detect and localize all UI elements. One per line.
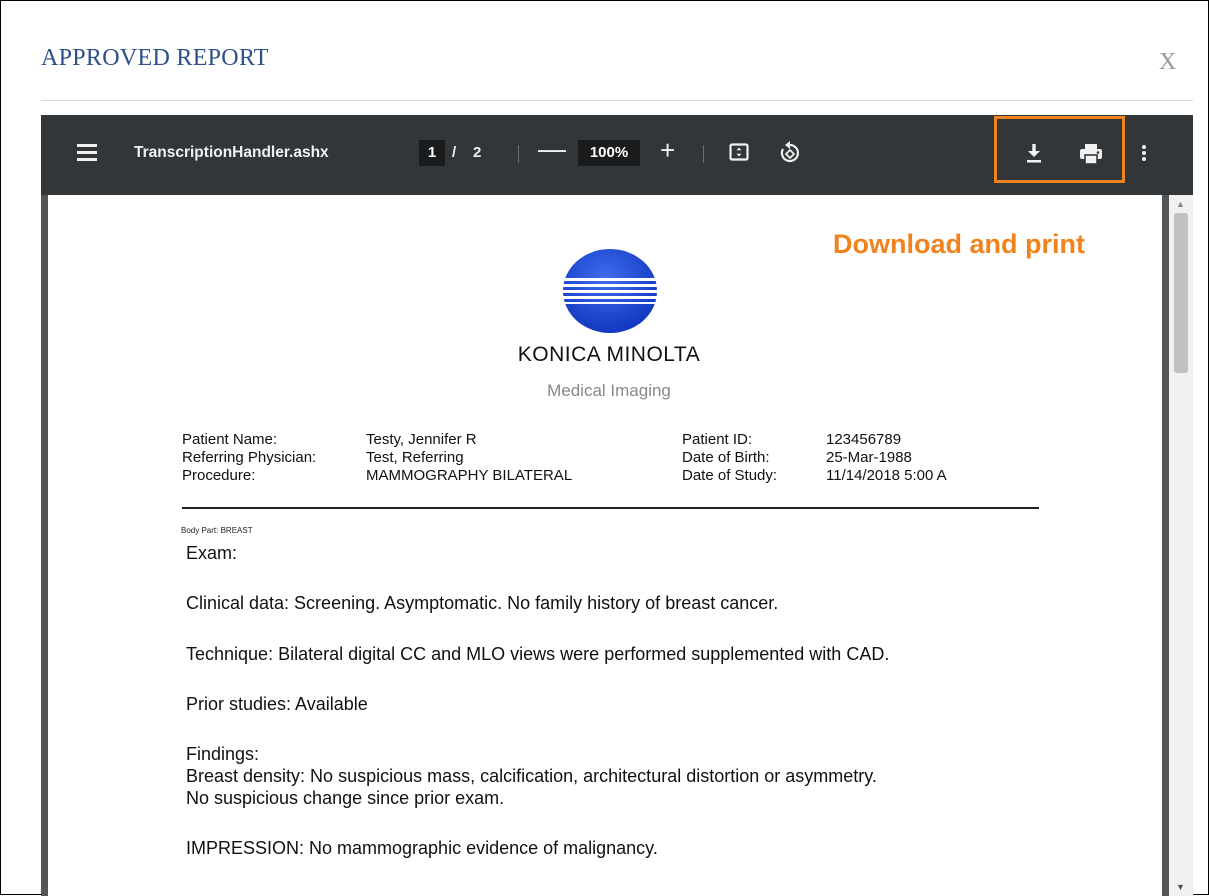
close-button[interactable]: X (1159, 49, 1176, 76)
scroll-down-arrow-icon[interactable]: ▼ (1176, 882, 1185, 892)
modal-title: APPROVED REPORT (41, 45, 269, 71)
file-name: TranscriptionHandler.ashx (134, 144, 329, 161)
prior-studies: Prior studies: Available (186, 694, 368, 714)
more-options-icon[interactable] (1141, 143, 1147, 163)
patient-name-value: Testy, Jennifer R (366, 431, 477, 448)
body-part-label: Body Part: BREAST (181, 526, 253, 535)
referring-physician-label: Referring Physician: (182, 449, 317, 466)
zoom-level-input[interactable]: 100% (578, 140, 640, 166)
report-modal: APPROVED REPORT X TranscriptionHandler.a… (0, 0, 1209, 896)
pdf-page: Download and print KONICA MINOLTA Medica… (48, 195, 1162, 896)
study-date-value: 11/14/2018 5:00 A (826, 467, 947, 484)
findings-line-2: No suspicious change since prior exam. (186, 788, 505, 808)
page-separator: / (452, 144, 457, 161)
technique: Technique: Bilateral digital CC and MLO … (186, 644, 890, 664)
patient-name-label: Patient Name: (182, 431, 278, 448)
clinical-data: Clinical data: Screening. Asymptomatic. … (186, 593, 779, 613)
download-print-highlight (994, 116, 1125, 183)
header-divider (182, 507, 1039, 509)
page-number-input[interactable]: 1 (419, 140, 445, 166)
print-icon[interactable] (1079, 143, 1103, 165)
rotate-icon[interactable] (779, 140, 801, 164)
konica-minolta-logo-icon (562, 248, 658, 334)
fit-to-page-icon[interactable] (729, 143, 749, 161)
vertical-scrollbar[interactable]: ▲ ▼ (1169, 195, 1193, 896)
title-divider (41, 100, 1193, 101)
impression: IMPRESSION: No mammographic evidence of … (186, 838, 658, 858)
dob-value: 25-Mar-1988 (826, 449, 912, 466)
scrollbar-thumb[interactable] (1174, 213, 1188, 373)
patient-id-label: Patient ID: (682, 431, 753, 448)
toolbar-divider (703, 145, 704, 163)
dob-label: Date of Birth: (682, 449, 770, 466)
study-date-label: Date of Study: (682, 467, 778, 484)
patient-id-value: 123456789 (826, 431, 902, 448)
pdf-viewer: TranscriptionHandler.ashx 1 / 2 — 100% + (41, 115, 1193, 896)
menu-icon[interactable] (77, 144, 97, 162)
toolbar-divider (518, 145, 519, 163)
annotation-label: Download and print (833, 229, 1085, 259)
findings-line-1: Breast density: No suspicious mass, calc… (186, 766, 877, 786)
procedure-label: Procedure: (182, 467, 256, 484)
pdf-toolbar: TranscriptionHandler.ashx 1 / 2 — 100% + (41, 115, 1193, 195)
scroll-up-arrow-icon[interactable]: ▲ (1176, 199, 1185, 209)
brand-subtitle: Medical Imaging (547, 381, 671, 400)
download-icon[interactable] (1026, 143, 1042, 163)
zoom-in-button[interactable]: + (660, 135, 675, 166)
findings-heading: Findings: (186, 744, 260, 764)
exam-heading: Exam: (186, 543, 238, 563)
page-total: 2 (473, 144, 482, 161)
brand-name: KONICA MINOLTA (517, 343, 701, 366)
zoom-out-button[interactable]: — (538, 133, 566, 165)
procedure-value: MAMMOGRAPHY BILATERAL (366, 467, 573, 484)
referring-physician-value: Test, Referring (366, 449, 464, 466)
